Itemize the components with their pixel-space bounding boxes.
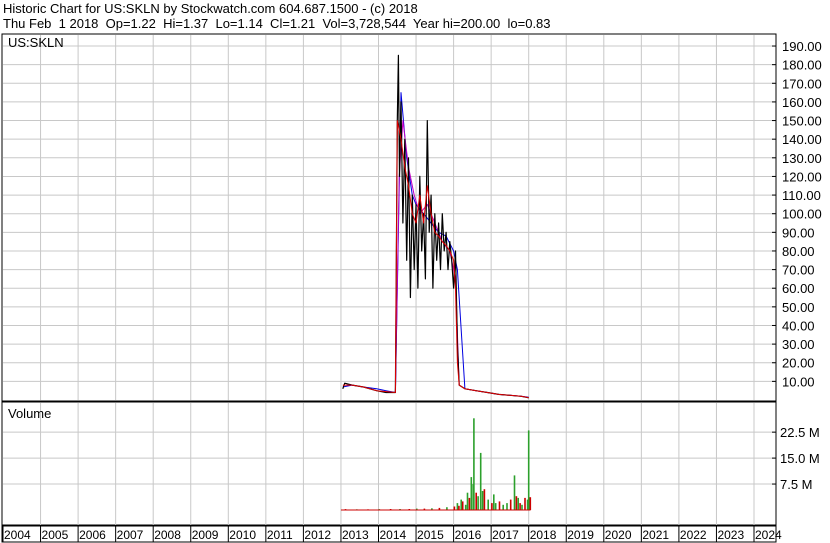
volume-bar: [519, 503, 521, 510]
price-tick-label: 40.00: [782, 318, 815, 333]
volume-tick-label: 7.5 M: [780, 477, 813, 492]
symbol-label: US:SKLN: [8, 35, 64, 50]
year-tick-label: 2012: [304, 528, 331, 542]
volume-bar: [524, 497, 526, 510]
volume-axis: 7.5 M 15.0 M 22.5 M: [772, 425, 820, 492]
year-tick-label: 2013: [342, 528, 369, 542]
volume-tick-label: 15.0 M: [780, 451, 820, 466]
year-tick-label: 2017: [492, 528, 519, 542]
volume-bar: [453, 506, 456, 510]
price-tick-label: 130.00: [782, 151, 822, 166]
price-tick-label: 170.00: [782, 76, 822, 91]
year-tick-label: 2021: [642, 528, 669, 542]
volume-bar: [509, 499, 512, 510]
volume-bar: [498, 501, 501, 510]
volume-bar: [473, 418, 475, 510]
volume-bar: [506, 503, 508, 510]
price-tick-label: 110.00: [782, 188, 821, 203]
volume-bar: [529, 497, 532, 510]
price-tick-label: 160.00: [782, 95, 822, 110]
price-tick-label: 90.00: [782, 225, 815, 240]
price-tick-label: 80.00: [782, 244, 815, 259]
price-tick-label: 120.00: [782, 169, 822, 184]
price-tick-label: 20.00: [782, 356, 815, 371]
volume-bar: [521, 504, 523, 510]
price-tick-label: 180.00: [782, 58, 822, 73]
year-tick-label: 2016: [455, 528, 482, 542]
volume-bar: [458, 505, 460, 510]
year-tick-label: 2024: [755, 528, 782, 542]
volume-bar: [513, 475, 516, 510]
year-tick-label: 2009: [192, 528, 219, 542]
volume-bar: [491, 503, 493, 510]
year-tick-label: 2023: [717, 528, 744, 542]
price-tick-label: 100.00: [782, 207, 822, 222]
volume-panel: [1, 401, 777, 526]
year-tick-label: 2010: [229, 528, 256, 542]
volume-bar: [515, 496, 518, 510]
price-tick-label: 30.00: [782, 337, 815, 352]
volume-bar: [456, 503, 459, 510]
volume-tick-label: 22.5 M: [780, 425, 820, 440]
volume-bar: [483, 489, 486, 510]
year-tick-label: 2022: [680, 528, 707, 542]
volume-bar: [517, 497, 519, 510]
price-tick-label: 60.00: [782, 281, 815, 296]
volume-bar: [477, 496, 479, 510]
year-tick-label: 2015: [417, 528, 444, 542]
volume-bar: [460, 499, 462, 510]
volume-bar: [466, 492, 469, 510]
year-tick-label: 2014: [380, 528, 407, 542]
price-tick-label: 150.00: [782, 114, 822, 129]
year-tick-label: 2006: [79, 528, 106, 542]
price-tick-label: 10.00: [782, 374, 815, 389]
year-tick-label: 2008: [154, 528, 181, 542]
volume-bar: [479, 452, 482, 510]
year-tick-label: 2005: [42, 528, 69, 542]
price-tick-label: 190.00: [782, 39, 822, 54]
volume-bar: [494, 503, 497, 510]
volume-bar: [461, 501, 464, 510]
price-panel: [1, 33, 777, 402]
volume-bar: [481, 491, 484, 510]
year-axis: 2004 2005 2006 2007 2008 2009 2010 2011 2012 2013…: [2, 526, 782, 542]
year-tick-label: 2004: [4, 528, 31, 542]
price-tick-label: 70.00: [782, 263, 815, 278]
year-tick-label: 2020: [605, 528, 632, 542]
volume-bar: [475, 492, 477, 510]
volume-label: Volume: [8, 406, 51, 421]
year-tick-label: 2007: [117, 528, 144, 542]
price-tick-label: 50.00: [782, 300, 815, 315]
volume-bar: [464, 504, 467, 510]
volume-bar: [527, 430, 530, 510]
volume-bar: [468, 497, 471, 510]
price-tick-label: 140.00: [782, 132, 822, 147]
volume-bar: [493, 494, 495, 510]
year-tick-label: 2011: [267, 528, 293, 542]
volume-bar: [502, 504, 504, 510]
year-tick-label: 2019: [567, 528, 594, 542]
volume-bar: [487, 499, 489, 510]
historic-stock-chart: 10.00 20.00 30.00 40.00 50.00 60.00 70.00 80.00…: [1, 33, 822, 543]
year-tick-label: 2018: [530, 528, 557, 542]
volume-bar: [470, 477, 473, 510]
price-axis: 10.00 20.00 30.00 40.00 50.00 60.00 70.00 80.00…: [772, 39, 822, 389]
